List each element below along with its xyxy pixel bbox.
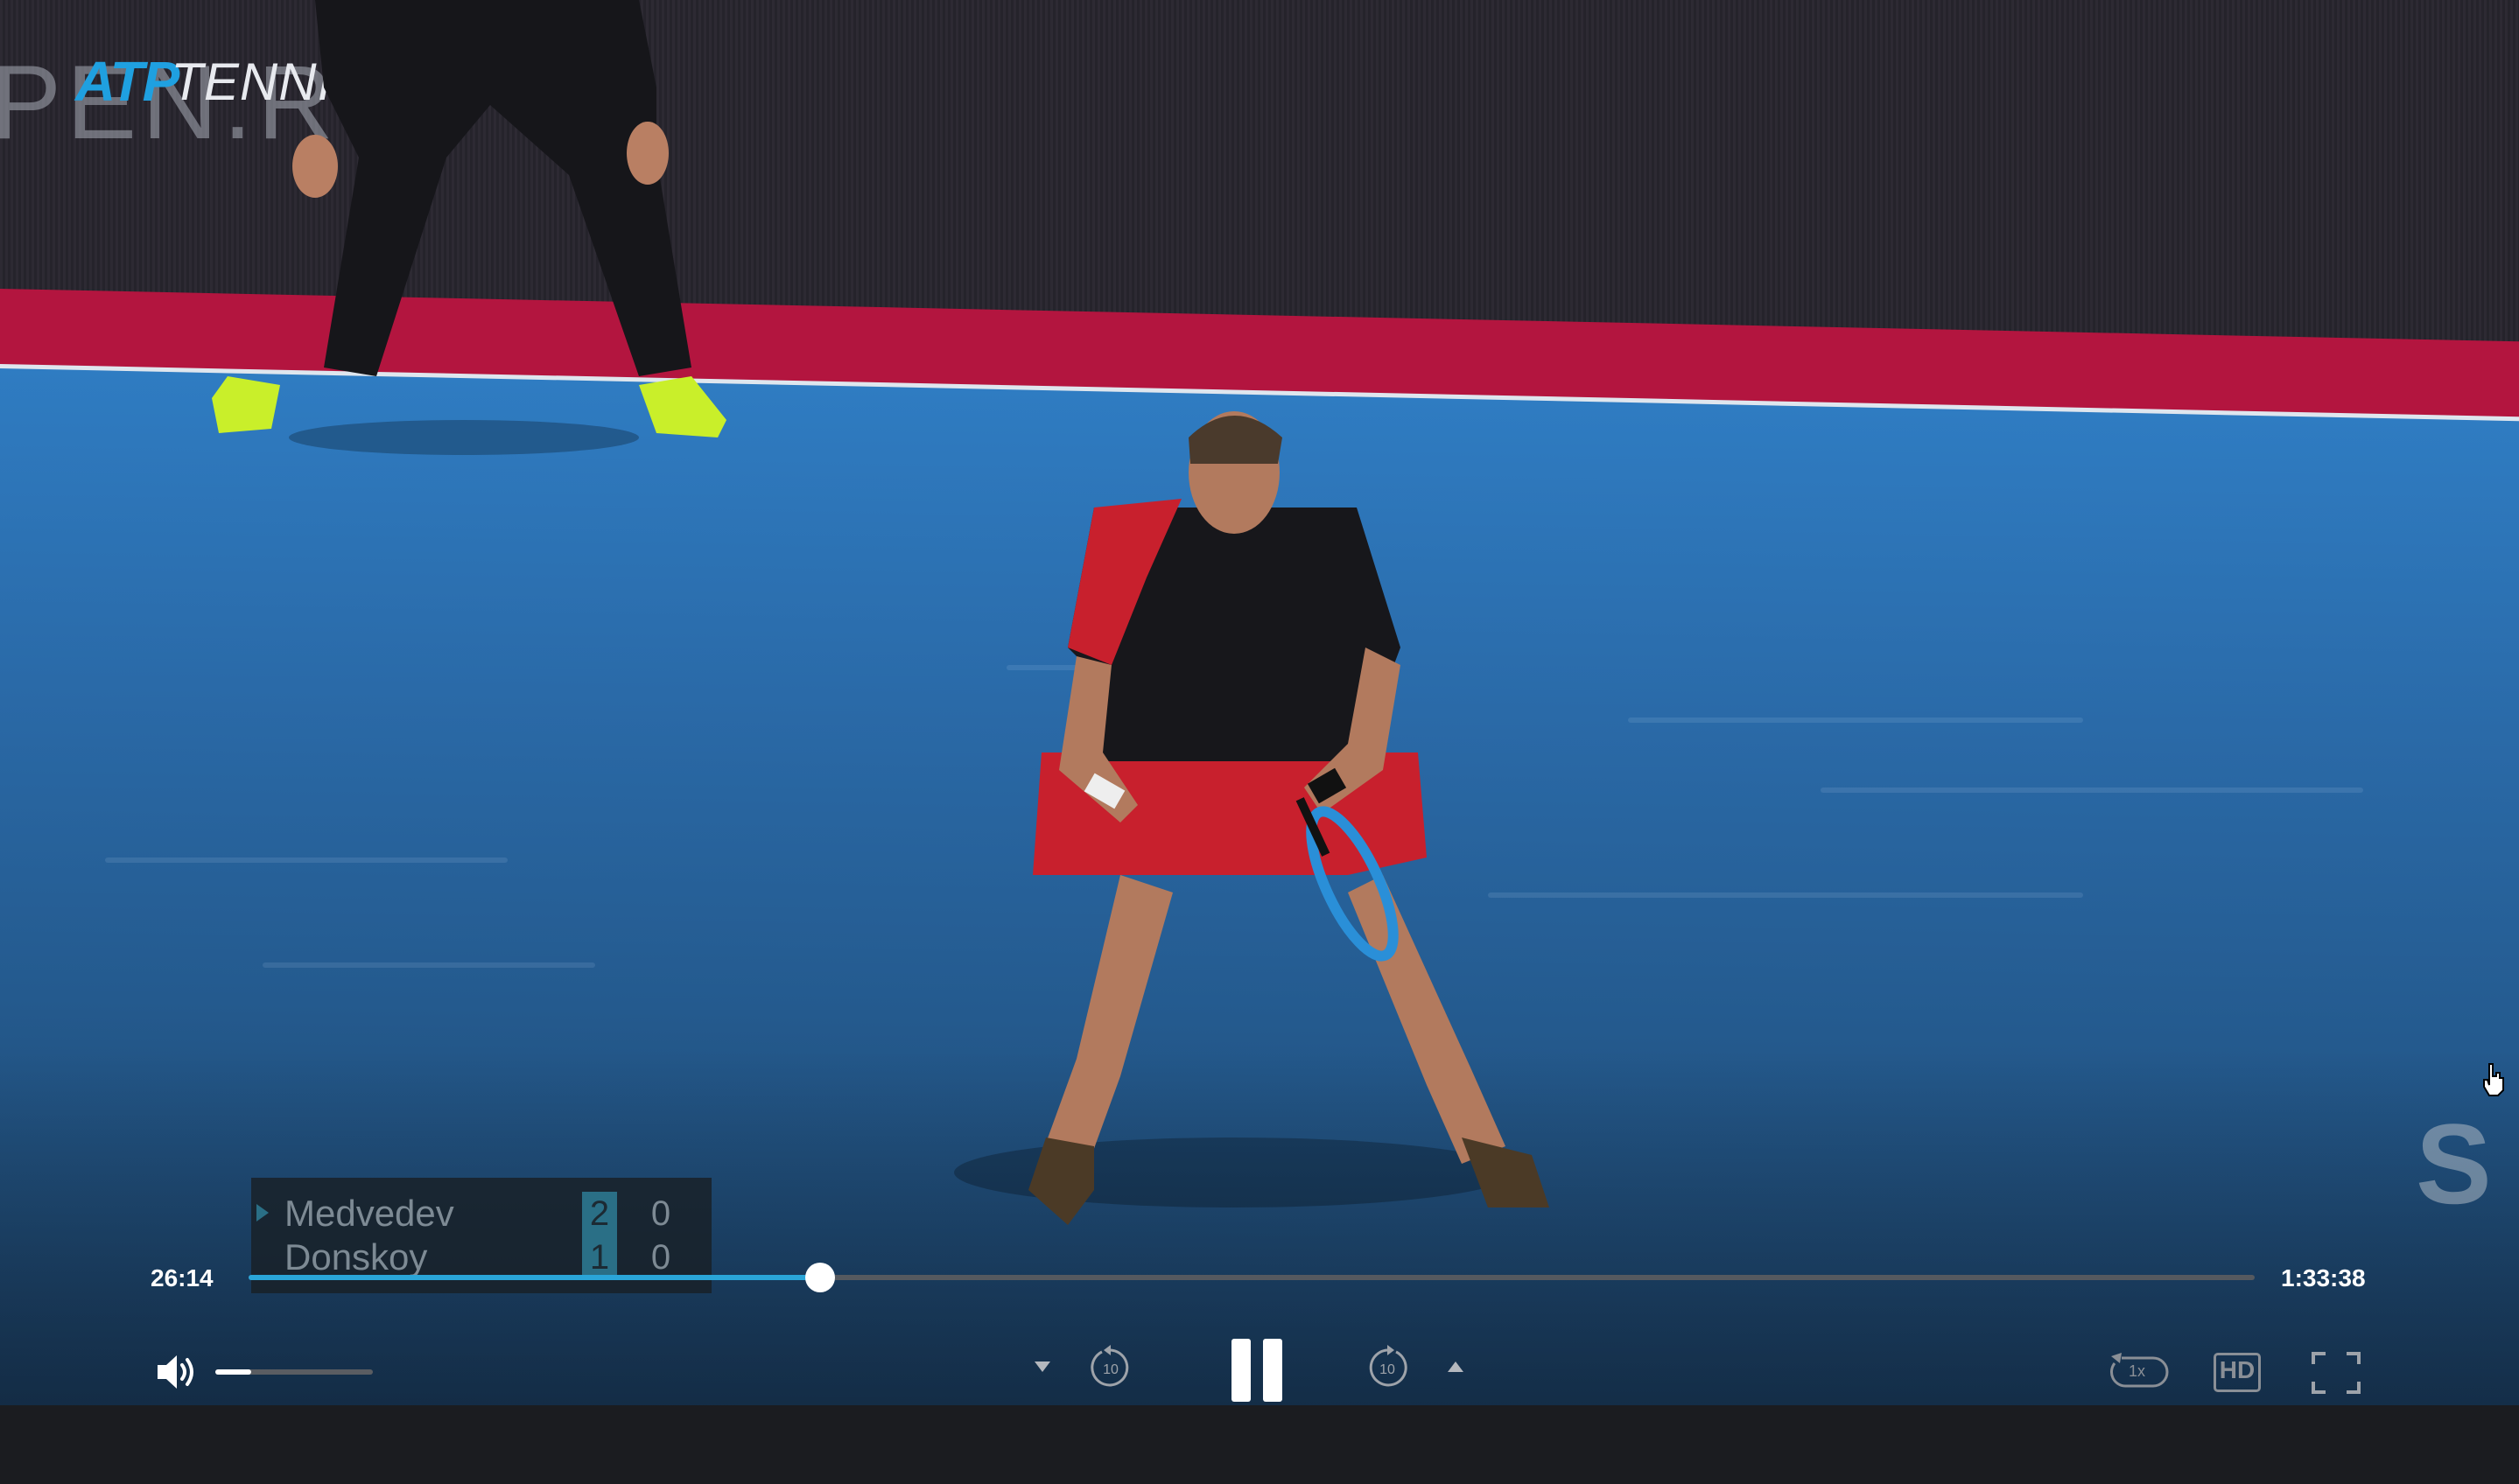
caret-up-icon bbox=[1448, 1362, 1463, 1372]
rewind-label: 10 bbox=[1103, 1362, 1119, 1377]
seek-bar-handle[interactable] bbox=[805, 1263, 836, 1292]
hd-icon: HD bbox=[2213, 1352, 2262, 1392]
forward-10-icon: 10 bbox=[1369, 1345, 1407, 1387]
pause-button[interactable] bbox=[1224, 1335, 1290, 1405]
serve-indicator-icon bbox=[256, 1204, 269, 1222]
scoreboard-row: Medvedev 2 0 bbox=[251, 1192, 712, 1236]
set-score: 2 bbox=[582, 1192, 617, 1236]
game-score: 0 bbox=[650, 1194, 671, 1233]
forward-label: 10 bbox=[1379, 1362, 1395, 1377]
seek-bar[interactable] bbox=[249, 1263, 2255, 1292]
page-bottom-bar bbox=[0, 1405, 2519, 1484]
game-score: 0 bbox=[650, 1238, 671, 1277]
playback-rate-increase-button[interactable] bbox=[1442, 1356, 1469, 1377]
set-score: 1 bbox=[582, 1236, 617, 1279]
volume-high-icon bbox=[158, 1355, 193, 1389]
forward-10-button[interactable]: 10 bbox=[1362, 1342, 1413, 1393]
hand-cursor-icon bbox=[2483, 1063, 2504, 1096]
quality-button[interactable]: HD bbox=[2211, 1346, 2263, 1398]
line-umpire bbox=[212, 0, 726, 455]
court-streak bbox=[1628, 718, 2083, 723]
player-name: Donskoy bbox=[284, 1236, 428, 1278]
volume-level bbox=[215, 1369, 252, 1375]
atp-logo-text: ATP bbox=[75, 50, 179, 113]
wall-advertising-letter: S bbox=[2416, 1100, 2492, 1228]
hd-label: HD bbox=[2219, 1355, 2256, 1383]
court-streak bbox=[105, 858, 508, 863]
scoreboard-row: Donskoy 1 0 bbox=[251, 1236, 712, 1279]
volume-button[interactable] bbox=[154, 1348, 203, 1396]
rewind-10-button[interactable]: 10 bbox=[1085, 1342, 1136, 1393]
court-streak bbox=[263, 962, 595, 968]
playback-rate-decrease-button[interactable] bbox=[1029, 1356, 1056, 1377]
video-frame[interactable]: PEN.RU ATP TENNIS TV S Medvedev 2 0 Dons… bbox=[0, 0, 2519, 1405]
fullscreen-button[interactable] bbox=[2309, 1346, 2363, 1400]
playback-speed-button[interactable]: 1x bbox=[2108, 1346, 2171, 1398]
tennis-player bbox=[954, 411, 1549, 1225]
current-time: 26:14 bbox=[151, 1264, 214, 1292]
pause-icon bbox=[1231, 1339, 1282, 1402]
playback-speed-label: 1x bbox=[2129, 1362, 2146, 1380]
court-streak bbox=[1821, 788, 2363, 793]
volume-slider[interactable] bbox=[215, 1369, 373, 1375]
caret-down-icon bbox=[1035, 1362, 1050, 1372]
rewind-10-icon: 10 bbox=[1091, 1345, 1129, 1387]
duration: 1:33:38 bbox=[2281, 1264, 2366, 1292]
player-name: Medvedev bbox=[284, 1193, 454, 1234]
seek-bar-played bbox=[249, 1275, 821, 1280]
fullscreen-icon bbox=[2312, 1352, 2361, 1394]
